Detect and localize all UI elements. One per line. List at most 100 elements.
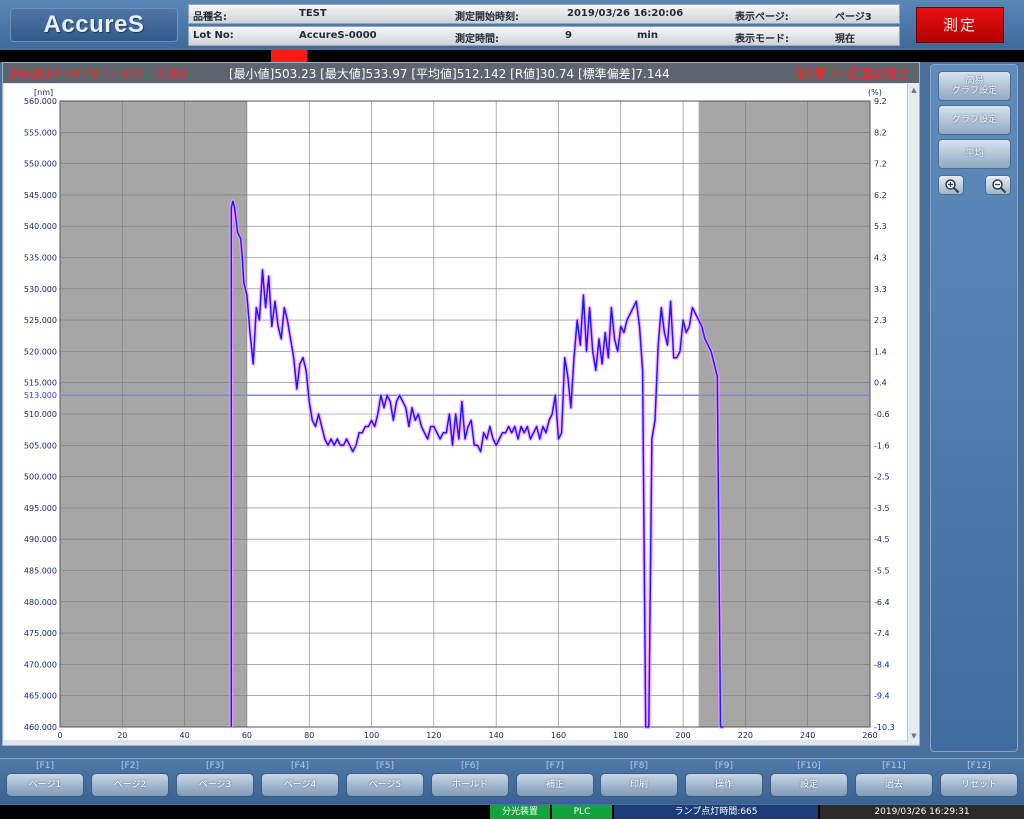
status-clock: 2019/03/26 16:29:31	[820, 805, 1024, 819]
display-mode-value: 現在	[835, 34, 855, 45]
lot-label: Lot No:	[193, 30, 234, 41]
y-tick-label: 505.000	[24, 441, 57, 450]
fkey-button-7[interactable]: 補正	[516, 773, 594, 797]
x-tick-label: 180	[613, 731, 628, 740]
fkey-6: [F6] ホールド	[431, 759, 509, 797]
y-tick-label: 550.000	[24, 160, 57, 169]
x-tick-label: 160	[551, 731, 566, 740]
fkey-2: [F2] ページ2	[91, 759, 169, 797]
scroll-up-icon[interactable]: ▲	[909, 85, 919, 95]
function-key-bar: [F1] ページ1 [F2] ページ2 [F3] ページ3 [F4] ページ4 [F5] ページ5…	[0, 758, 1024, 804]
y2-tick-label: 1.4	[874, 347, 887, 356]
y2-unit-label: (%)	[868, 88, 882, 97]
y2-tick-label: -6.4	[874, 598, 890, 607]
fkey-code: [F1]	[36, 761, 54, 771]
time-traverse-text: [時刻]16:29:19 [トラバース]80	[11, 67, 186, 81]
fkey-button-3[interactable]: ページ3	[176, 773, 254, 797]
fkey-button-9[interactable]: 操作	[685, 773, 763, 797]
x-tick-label: 120	[426, 731, 441, 740]
graph-settings-button[interactable]: グラフ設定	[938, 105, 1011, 135]
zoom-in-button[interactable]	[938, 175, 964, 195]
fkey-code: [F12]	[967, 761, 991, 771]
y2-tick-label: 7.2	[874, 160, 887, 169]
progress-marker	[271, 50, 307, 62]
start-time-label: 測定開始時刻:	[455, 12, 519, 23]
y2-tick-label: -0.6	[874, 410, 890, 419]
fkey-10: [F10] 設定	[770, 759, 848, 797]
y2-tick-label: 5.3	[874, 222, 887, 231]
scroll-down-icon[interactable]: ▼	[909, 731, 919, 741]
y2-tick-label: 6.2	[874, 191, 887, 200]
fkey-button-4[interactable]: ページ4	[261, 773, 339, 797]
lot-value: AccureS-0000	[299, 30, 377, 41]
fkey-5: [F5] ページ5	[346, 759, 424, 797]
display-page-label: 表示ページ:	[735, 12, 789, 23]
y2-tick-label: -9.4	[874, 692, 890, 701]
measure-time-unit: min	[637, 30, 658, 41]
fkey-8: [F8] 印刷	[600, 759, 678, 797]
fkey-button-10[interactable]: 設定	[770, 773, 848, 797]
y-tick-label: 535.000	[24, 254, 57, 263]
y2-tick-label: 3.3	[874, 285, 887, 294]
fkey-4: [F4] ページ4	[261, 759, 339, 797]
x-tick-label: 80	[304, 731, 314, 740]
y2-tick-label: -5.5	[874, 567, 890, 576]
fkey-button-1[interactable]: ページ1	[6, 773, 84, 797]
x-tick-label: 240	[800, 731, 815, 740]
y-unit-label: [nm]	[34, 88, 53, 97]
fkey-code: [F4]	[291, 761, 309, 771]
y-tick-label: 555.000	[24, 128, 57, 137]
y2-tick-label: -1.6	[874, 441, 890, 450]
y-tick-label: 475.000	[24, 629, 57, 638]
x-tick-label: 60	[242, 731, 252, 740]
y2-tick-label: -4.5	[874, 535, 890, 544]
y2-tick-label: -2.5	[874, 473, 890, 482]
fkey-code: [F3]	[206, 761, 224, 771]
fkey-code: [F11]	[882, 761, 906, 771]
measure-button[interactable]: 測定	[916, 7, 1004, 43]
zoom-out-button[interactable]	[985, 175, 1011, 195]
fkey-button-5[interactable]: ページ5	[346, 773, 424, 797]
fkey-button-2[interactable]: ページ2	[91, 773, 169, 797]
y-tick-label: 480.000	[24, 598, 57, 607]
y-tick-label: 515.000	[24, 379, 57, 388]
chart-area: 560.000 555.000 550.000 545.000 540.000 535.0…	[4, 84, 916, 740]
y2-tick-label: 9.2	[874, 97, 887, 106]
fkey-button-6[interactable]: ホールド	[431, 773, 509, 797]
y-tick-label: 465.000	[24, 692, 57, 701]
status-lamp-hours: ランプ点灯時間:665	[614, 805, 818, 819]
average-button[interactable]: 平均	[938, 139, 1011, 169]
statistics-text: [最小値]503.23 [最大値]533.97 [平均値]512.142 [R値…	[229, 67, 670, 81]
fkey-button-12[interactable]: リセット	[940, 773, 1018, 797]
fkey-1: [F1] ページ1	[6, 759, 84, 797]
y-tick-label: 525.000	[24, 316, 57, 325]
fkey-code: [F9]	[715, 761, 733, 771]
y-tick-label: 545.000	[24, 191, 57, 200]
x-tick-label: 40	[180, 731, 190, 740]
y2-tick-label: -8.4	[874, 660, 890, 669]
status-spectrometer: 分光装置	[490, 805, 550, 819]
y-tick-label: 500.000	[24, 473, 57, 482]
y-tick-label: 495.000	[24, 504, 57, 513]
x-tick-label: 0	[57, 731, 62, 740]
start-time-value: 2019/03/26 16:20:06	[567, 8, 684, 19]
x-tick-label: 140	[489, 731, 504, 740]
y2-tick-label: 2.3	[874, 316, 887, 325]
reference-line-label: 513.000	[24, 391, 57, 400]
vertical-scrollbar[interactable]: ▲ ▼	[907, 83, 919, 743]
y2-tick-label: 8.2	[874, 128, 887, 137]
fkey-button-11[interactable]: 過去	[855, 773, 933, 797]
thickness-chart: 560.000 555.000 550.000 545.000 540.000 535.0…	[24, 88, 895, 740]
fkey-button-8[interactable]: 印刷	[600, 773, 678, 797]
x-tick-label: 220	[738, 731, 753, 740]
fkey-9: [F9] 操作	[685, 759, 763, 797]
display-page-value: ページ3	[835, 12, 872, 23]
fkey-code: [F8]	[630, 761, 648, 771]
simple-graph-settings-button[interactable]: 簡易 グラフ設定	[938, 71, 1011, 101]
fkey-code: [F10]	[797, 761, 821, 771]
y-tick-label: 540.000	[24, 222, 57, 231]
info-row-lot: Lot No: AccureS-0000 測定時間: 9 min 表示モード: …	[188, 26, 900, 46]
fkey-code: [F6]	[461, 761, 479, 771]
info-row-product: 品種名: TEST 測定開始時刻: 2019/03/26 16:20:06 表示…	[188, 4, 900, 24]
fkey-12: [F12] リセット	[940, 759, 1018, 797]
